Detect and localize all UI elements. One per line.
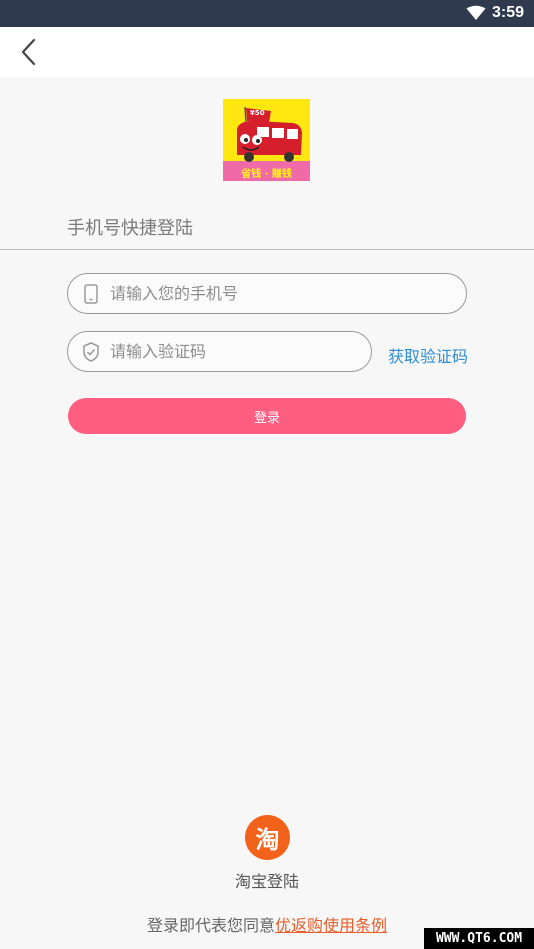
verification-code-input[interactable]: [110, 332, 360, 371]
login-section-title: 手机号快捷登陆: [67, 218, 193, 239]
wifi-icon: [466, 5, 486, 20]
login-button[interactable]: 登录: [68, 398, 466, 434]
terms-link[interactable]: 优返购使用条例: [275, 916, 387, 935]
get-code-button[interactable]: 获取验证码: [388, 343, 468, 367]
top-bar: [0, 27, 534, 77]
status-time: 3:59: [491, 4, 524, 21]
back-button[interactable]: [14, 35, 48, 69]
watermark: WWW.QT6.COM: [424, 928, 534, 949]
logo-badge: ¥50: [250, 109, 265, 117]
phone-input[interactable]: [110, 274, 450, 313]
shield-check-icon: [83, 342, 99, 362]
divider: [0, 249, 534, 250]
agreement-prefix: 登录即代表您同意: [146, 916, 275, 935]
app-logo: ¥50 省钱 · 赚钱: [223, 99, 310, 181]
taobao-login-label[interactable]: 淘宝登陆: [0, 868, 534, 892]
taobao-login-icon[interactable]: 淘: [245, 815, 290, 860]
phone-field[interactable]: [67, 273, 467, 314]
verification-code-field[interactable]: [67, 331, 372, 372]
status-bar: 3:59: [0, 0, 534, 27]
logo-tagline: 省钱 · 赚钱: [241, 169, 292, 180]
phone-icon: [84, 284, 98, 304]
